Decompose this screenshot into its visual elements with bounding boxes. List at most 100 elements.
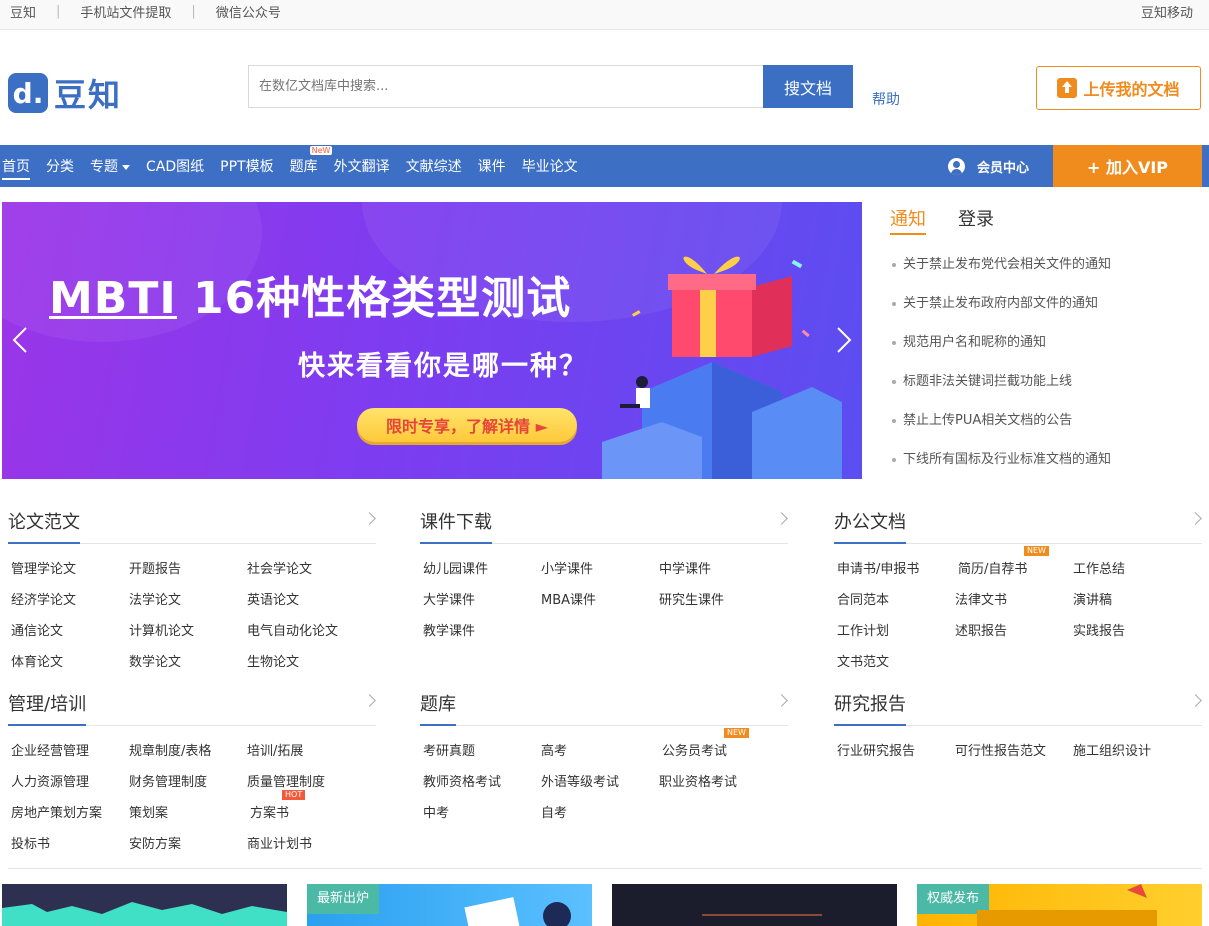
nav-item-question-bank[interactable]: 题库 NeW [290,146,333,176]
category-link[interactable]: 开题报告 [126,558,244,589]
category-link[interactable]: 行业研究报告 [834,740,952,771]
category-title[interactable]: 课件下载 [420,508,492,544]
chevron-right-icon[interactable] [363,512,376,525]
category-link[interactable]: 人力资源管理 [8,771,126,802]
category-link[interactable]: MBA课件 [538,589,656,620]
notice-item[interactable]: 禁止上传PUA相关文档的公告 [890,409,1200,448]
notice-item[interactable]: 规范用户名和昵称的通知 [890,331,1200,370]
category-link[interactable]: 合同范本 [834,589,952,620]
category-link[interactable]: 数学论文 [126,651,244,682]
chevron-right-icon[interactable] [1189,512,1202,525]
category-link[interactable]: 投标书 [8,833,126,864]
category-link[interactable]: 研究生课件 [656,589,788,620]
category-link[interactable]: 计算机论文 [126,620,244,651]
category-link[interactable]: 述职报告 [952,620,1070,651]
nav-item-translation[interactable]: 外文翻译 [334,156,390,176]
banner-cta-button[interactable]: 限时专享，了解详情 ► [357,408,577,442]
category-link[interactable]: 实践报告 [1070,620,1202,651]
category-link[interactable]: 简历/自荐书 NEW [952,546,1070,589]
category-title[interactable]: 办公文档 [834,508,906,544]
hero-banner[interactable]: MBTI 16种性格类型测试 快来看看你是哪一种？ 限时专享，了解详情 ► [2,202,862,479]
category-link[interactable]: 施工组织设计 [1070,740,1202,771]
category-link[interactable]: 教师资格考试 [420,771,538,802]
category-link[interactable]: 经济学论文 [8,589,126,620]
top-link-home[interactable]: 豆知 [10,2,36,21]
category-link[interactable]: 通信论文 [8,620,126,651]
category-link[interactable]: 演讲稿 [1070,589,1202,620]
nav-item-home[interactable]: 首页 [2,156,30,180]
category-link[interactable]: 英语论文 [244,589,376,620]
category-link[interactable]: 教学课件 [420,620,538,651]
notice-item[interactable]: 关于禁止发布党代会相关文件的通知 [890,253,1200,292]
category-link[interactable]: 质量管理制度 [244,771,376,802]
category-link[interactable]: 可行性报告范文 [952,740,1070,771]
category-link[interactable]: 商业计划书 [244,833,376,864]
search-input[interactable] [248,65,763,108]
category-link[interactable]: 培训/拓展 [244,740,376,771]
category-link[interactable]: 企业经营管理 [8,740,126,771]
category-link[interactable]: 房地产策划方案 [8,802,126,833]
category-link[interactable]: 自考 [538,802,656,833]
help-link[interactable]: 帮助 [872,89,900,109]
nav-item-courseware[interactable]: 课件 [478,156,506,176]
category-link[interactable]: 财务管理制度 [126,771,244,802]
chevron-right-icon[interactable] [775,512,788,525]
category-link[interactable]: 生物论文 [244,651,376,682]
category-link[interactable]: 考研真题 [420,740,538,771]
promo-card[interactable] [2,884,287,926]
chevron-right-icon[interactable] [363,694,376,707]
nav-item-cad[interactable]: CAD图纸 [146,156,204,176]
nav-item-thesis[interactable]: 毕业论文 [522,156,578,176]
notice-item[interactable]: 关于禁止发布政府内部文件的通知 [890,292,1200,331]
category-link[interactable]: 幼儿园课件 [420,558,538,589]
nav-item-category[interactable]: 分类 [46,156,74,176]
category-link[interactable]: 中学课件 [656,558,788,589]
notice-item[interactable]: 标题非法关键词拦截功能上线 [890,370,1200,409]
category-link[interactable]: 安防方案 [126,833,244,864]
category-link[interactable]: 规章制度/表格 [126,740,244,771]
category-link[interactable]: 方案书 HOT [244,790,376,833]
category-title[interactable]: 题库 [420,690,456,726]
category-link[interactable]: 法学论文 [126,589,244,620]
upload-button[interactable]: 上传我的文档 [1036,66,1201,110]
category-link[interactable]: 电气自动化论文 [244,620,376,651]
category-link[interactable]: 大学课件 [420,589,538,620]
tab-notice[interactable]: 通知 [890,205,926,235]
category-link[interactable]: 高考 [538,740,656,771]
logo[interactable]: d. 豆知 [8,70,122,116]
category-link[interactable]: 策划案 [126,802,244,833]
category-link[interactable]: 外语等级考试 [538,771,656,802]
tab-login[interactable]: 登录 [958,205,994,235]
category-link[interactable]: 工作计划 [834,620,952,651]
promo-card[interactable]: 最新出炉 [307,884,592,926]
category-link[interactable]: 中考 [420,802,538,833]
category-link[interactable]: 管理学论文 [8,558,126,589]
join-vip-button[interactable]: + 加入VIP [1053,145,1202,187]
nav-item-literature[interactable]: 文献综述 [406,156,462,176]
category-link[interactable]: 工作总结 [1070,558,1202,589]
nav-item-ppt[interactable]: PPT模板 [220,156,273,176]
banner-prev-arrow-icon[interactable] [12,326,28,354]
top-link-mobile-extract[interactable]: 手机站文件提取 [80,2,171,21]
nav-item-topics[interactable]: 专题 [90,156,130,176]
category-link[interactable]: 小学课件 [538,558,656,589]
category-link[interactable]: 体育论文 [8,651,126,682]
category-link[interactable]: 文书范文 [834,651,952,682]
category-link[interactable]: 公务员考试 NEW [656,728,788,771]
promo-card[interactable] [612,884,897,926]
top-link-mobile[interactable]: 豆知移动 [1141,2,1193,21]
category-link[interactable]: 职业资格考试 [656,771,788,802]
notice-item[interactable]: 下线所有国标及行业标准文档的通知 [890,448,1200,487]
category-link[interactable]: 法律文书 [952,589,1070,620]
chevron-right-icon[interactable] [775,694,788,707]
top-link-wechat[interactable]: 微信公众号 [216,2,281,21]
chevron-right-icon[interactable] [1189,694,1202,707]
promo-card[interactable]: 权威发布 [917,884,1202,926]
search-button[interactable]: 搜文档 [763,65,853,108]
category-title[interactable]: 研究报告 [834,690,906,726]
banner-next-arrow-icon[interactable] [836,326,852,354]
category-title[interactable]: 管理/培训 [8,690,87,726]
member-center-link[interactable]: 会员中心 [948,157,1029,176]
category-link[interactable]: 申请书/申报书 [834,558,952,589]
category-title[interactable]: 论文范文 [8,508,80,544]
